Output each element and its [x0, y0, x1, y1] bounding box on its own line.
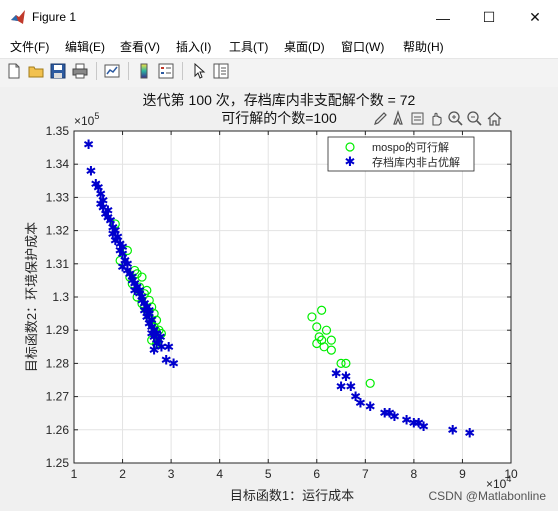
maximize-icon: ☐: [482, 9, 496, 25]
y-tick-label: 1.29: [46, 323, 70, 337]
link-plot-icon[interactable]: [103, 62, 121, 80]
toolbar-separator: [182, 62, 183, 80]
legend-label-feasible: mospo的可行解: [372, 140, 449, 154]
scatter-chart: 1 2 3 4 5 6 7 8 9 101.251.261.271.281.291.31.311.…: [24, 111, 518, 503]
y-tick-label: 1.3: [52, 290, 69, 304]
print-icon[interactable]: [71, 62, 89, 80]
archive-point: ✱: [115, 243, 126, 258]
x-tick-label: 2: [119, 467, 126, 481]
x-tick-label: 1: [71, 467, 78, 481]
maximize-button[interactable]: ☐: [466, 0, 512, 35]
close-icon: ✕: [529, 9, 541, 25]
y-tick-label: 1.27: [46, 390, 70, 404]
window-title: Figure 1: [32, 10, 77, 24]
archive-point: ✱: [155, 329, 166, 344]
menu-window[interactable]: 窗口(W): [341, 38, 384, 55]
legend[interactable]: mospo的可行解 ✱ 存档库内非占优解: [327, 136, 475, 172]
x-tick-label: 6: [313, 467, 320, 481]
minimize-button[interactable]: —: [420, 0, 466, 35]
legend-marker-archive: ✱: [345, 154, 356, 169]
property-inspector-icon[interactable]: [212, 62, 230, 80]
menu-insert[interactable]: 插入(I): [176, 38, 211, 55]
archive-point: ✱: [389, 409, 400, 424]
archive-point: ✱: [418, 419, 429, 434]
y-exponent-label: ×105: [74, 111, 99, 128]
menu-file[interactable]: 文件(F): [10, 38, 49, 55]
x-tick-label: 8: [411, 467, 418, 481]
archive-point: ✱: [134, 283, 145, 298]
close-button[interactable]: ✕: [512, 0, 558, 35]
y-tick-label: 1.35: [46, 124, 70, 138]
toolbar-separator: [96, 62, 97, 80]
menu-help[interactable]: 帮助(H): [403, 38, 444, 55]
menu-edit[interactable]: 编辑(E): [65, 38, 105, 55]
x-tick-label: 9: [459, 467, 466, 481]
save-icon[interactable]: [49, 62, 67, 80]
x-tick-label: 3: [168, 467, 175, 481]
menu-tools[interactable]: 工具(T): [229, 38, 268, 55]
x-tick-label: 7: [362, 467, 369, 481]
y-axis-label: 目标函数2：环境保护成本: [24, 222, 39, 372]
colorbar-icon[interactable]: [135, 62, 153, 80]
y-tick-label: 1.31: [46, 257, 70, 271]
archive-point: ✱: [83, 137, 94, 152]
y-tick-label: 1.34: [46, 157, 70, 171]
x-axis-label: 目标函数1：运行成本: [230, 488, 354, 503]
y-tick-label: 1.26: [46, 423, 70, 437]
archive-point: ✱: [144, 303, 155, 318]
matlab-logo-icon: [11, 10, 25, 24]
menu-desktop[interactable]: 桌面(D): [284, 38, 325, 55]
archive-point: ✱: [149, 343, 160, 358]
archive-point: ✱: [365, 399, 376, 414]
archive-point: ✱: [447, 422, 458, 437]
y-tick-label: 1.32: [46, 224, 70, 238]
y-tick-label: 1.33: [46, 190, 70, 204]
x-tick-label: 4: [216, 467, 223, 481]
archive-point: ✱: [103, 203, 114, 218]
archive-point: ✱: [168, 356, 179, 371]
pointer-icon[interactable]: [190, 62, 208, 80]
menu-view[interactable]: 查看(V): [120, 38, 160, 55]
watermark: CSDN @Matlabonline: [428, 489, 546, 503]
window-titlebar: Figure 1 — ☐ ✕: [0, 0, 558, 35]
legend-label-archive: 存档库内非占优解: [372, 155, 460, 169]
archive-point: ✱: [464, 426, 475, 441]
y-tick-label: 1.25: [46, 456, 70, 470]
legend-icon[interactable]: [157, 62, 175, 80]
new-figure-icon[interactable]: [5, 62, 23, 80]
toolbar-separator: [128, 62, 129, 80]
x-tick-label: 5: [265, 467, 272, 481]
minimize-icon: —: [436, 9, 450, 26]
open-folder-icon[interactable]: [27, 62, 45, 80]
y-tick-label: 1.28: [46, 356, 70, 370]
